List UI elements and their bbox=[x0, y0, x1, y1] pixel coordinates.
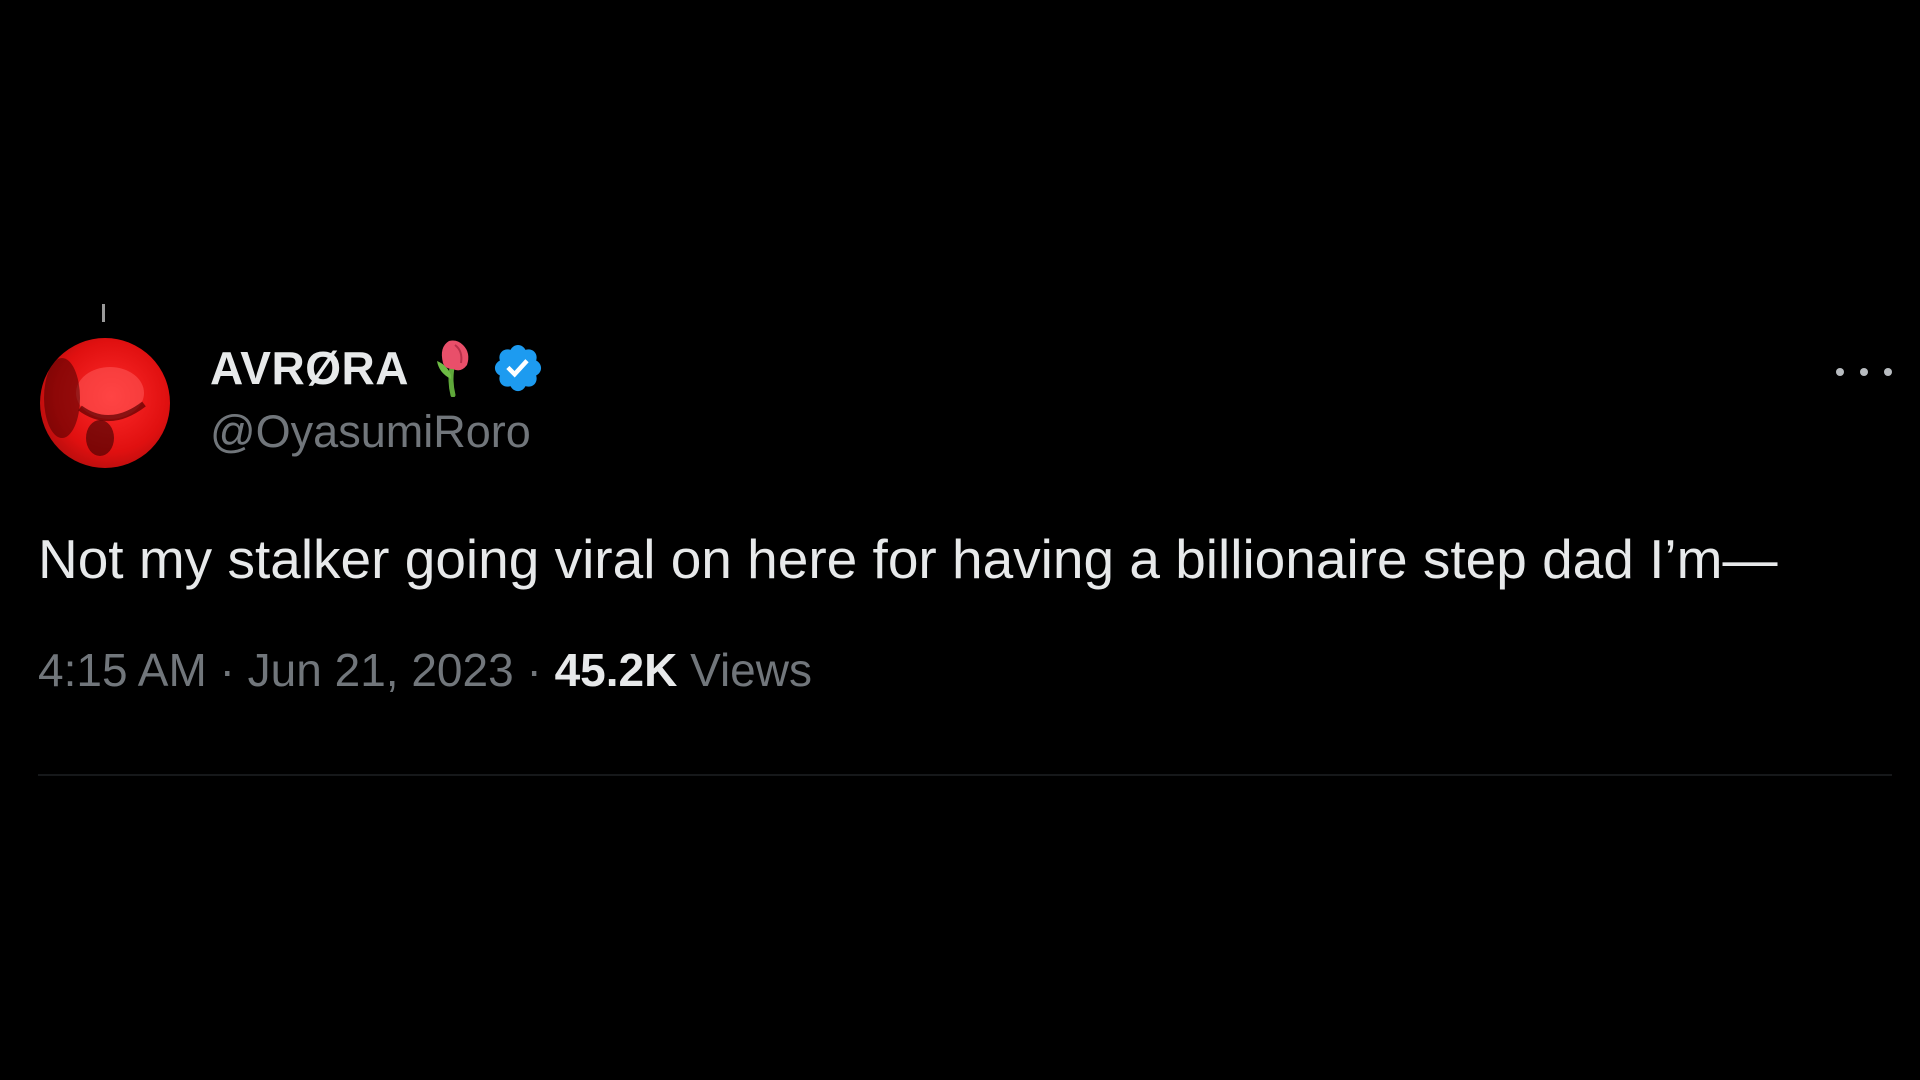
tweet-meta: 4:15 AM · Jun 21, 2023 · 45.2K Views bbox=[38, 642, 1892, 698]
divider bbox=[38, 774, 1892, 776]
tweet-header: AVRØRA @OyasumiRoro bbox=[38, 296, 1892, 476]
tweet-text: Not my stalker going viral on here for h… bbox=[38, 528, 1778, 590]
author-identity: AVRØRA @OyasumiRoro bbox=[210, 339, 545, 458]
tweet-card: AVRØRA @OyasumiRoro Not my stalker going… bbox=[38, 296, 1892, 698]
display-name[interactable]: AVRØRA bbox=[210, 341, 409, 395]
wilted-rose-icon bbox=[433, 339, 477, 398]
name-row: AVRØRA bbox=[210, 339, 545, 398]
meta-separator: · bbox=[526, 644, 542, 696]
views-count[interactable]: 45.2K bbox=[555, 644, 678, 696]
more-dot bbox=[1836, 368, 1844, 376]
meta-separator: · bbox=[219, 644, 235, 696]
verified-badge-icon[interactable] bbox=[491, 341, 545, 395]
tweet-date[interactable]: Jun 21, 2023 bbox=[248, 644, 514, 696]
author-handle[interactable]: @OyasumiRoro bbox=[210, 406, 545, 458]
more-dot bbox=[1860, 368, 1868, 376]
tweet-time[interactable]: 4:15 AM bbox=[38, 644, 207, 696]
avatar-photo bbox=[44, 358, 146, 456]
more-dot bbox=[1884, 368, 1892, 376]
views-label: Views bbox=[690, 644, 812, 696]
avatar[interactable] bbox=[40, 338, 170, 468]
more-options-icon[interactable] bbox=[1836, 358, 1892, 386]
avatar-mark bbox=[102, 304, 105, 322]
